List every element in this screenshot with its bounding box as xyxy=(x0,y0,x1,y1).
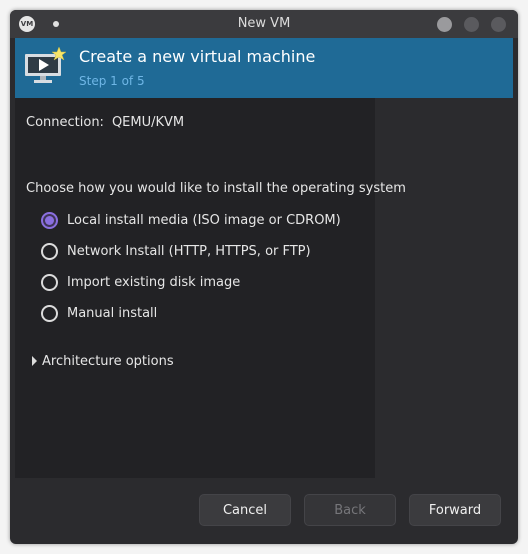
radio-label[interactable]: Import existing disk image xyxy=(67,275,240,290)
install-method-prompt: Choose how you would like to install the… xyxy=(26,181,406,196)
connection-label: Connection: xyxy=(26,115,104,130)
close-button[interactable] xyxy=(491,17,506,32)
new-vm-window: VM New VM Create a new virtual machine S… xyxy=(10,10,518,544)
radio-button[interactable] xyxy=(41,242,58,260)
radio-local-install[interactable]: Local install media (ISO image or CDROM) xyxy=(41,209,341,231)
radio-button-checked[interactable] xyxy=(41,211,58,229)
cancel-button[interactable]: Cancel xyxy=(199,494,291,526)
radio-label[interactable]: Manual install xyxy=(67,306,157,321)
radio-label[interactable]: Network Install (HTTP, HTTPS, or FTP) xyxy=(67,244,311,259)
back-button[interactable]: Back xyxy=(304,494,396,526)
connection-value: QEMU/KVM xyxy=(111,115,185,130)
maximize-button[interactable] xyxy=(464,17,479,32)
radio-label[interactable]: Local install media (ISO image or CDROM) xyxy=(67,213,341,228)
radio-button[interactable] xyxy=(41,304,58,322)
expander-arrow-icon[interactable] xyxy=(32,356,37,366)
forward-button[interactable]: Forward xyxy=(409,494,501,526)
minimize-button[interactable] xyxy=(437,17,452,32)
architecture-options-expander[interactable]: Architecture options xyxy=(32,352,174,370)
wizard-title: Create a new virtual machine xyxy=(79,47,316,66)
wizard-step-indicator: Step 1 of 5 xyxy=(79,74,145,88)
radio-import-disk[interactable]: Import existing disk image xyxy=(41,271,240,293)
radio-manual-install[interactable]: Manual install xyxy=(41,302,157,324)
radio-button[interactable] xyxy=(41,273,58,291)
radio-network-install[interactable]: Network Install (HTTP, HTTPS, or FTP) xyxy=(41,240,311,262)
architecture-options-label[interactable]: Architecture options xyxy=(42,354,174,369)
wizard-header: Create a new virtual machine Step 1 of 5 xyxy=(15,38,513,98)
connection-row: Connection: QEMU/KVM xyxy=(26,115,184,130)
monitor-play-icon xyxy=(25,46,67,83)
title-bar[interactable]: VM New VM xyxy=(10,10,518,38)
